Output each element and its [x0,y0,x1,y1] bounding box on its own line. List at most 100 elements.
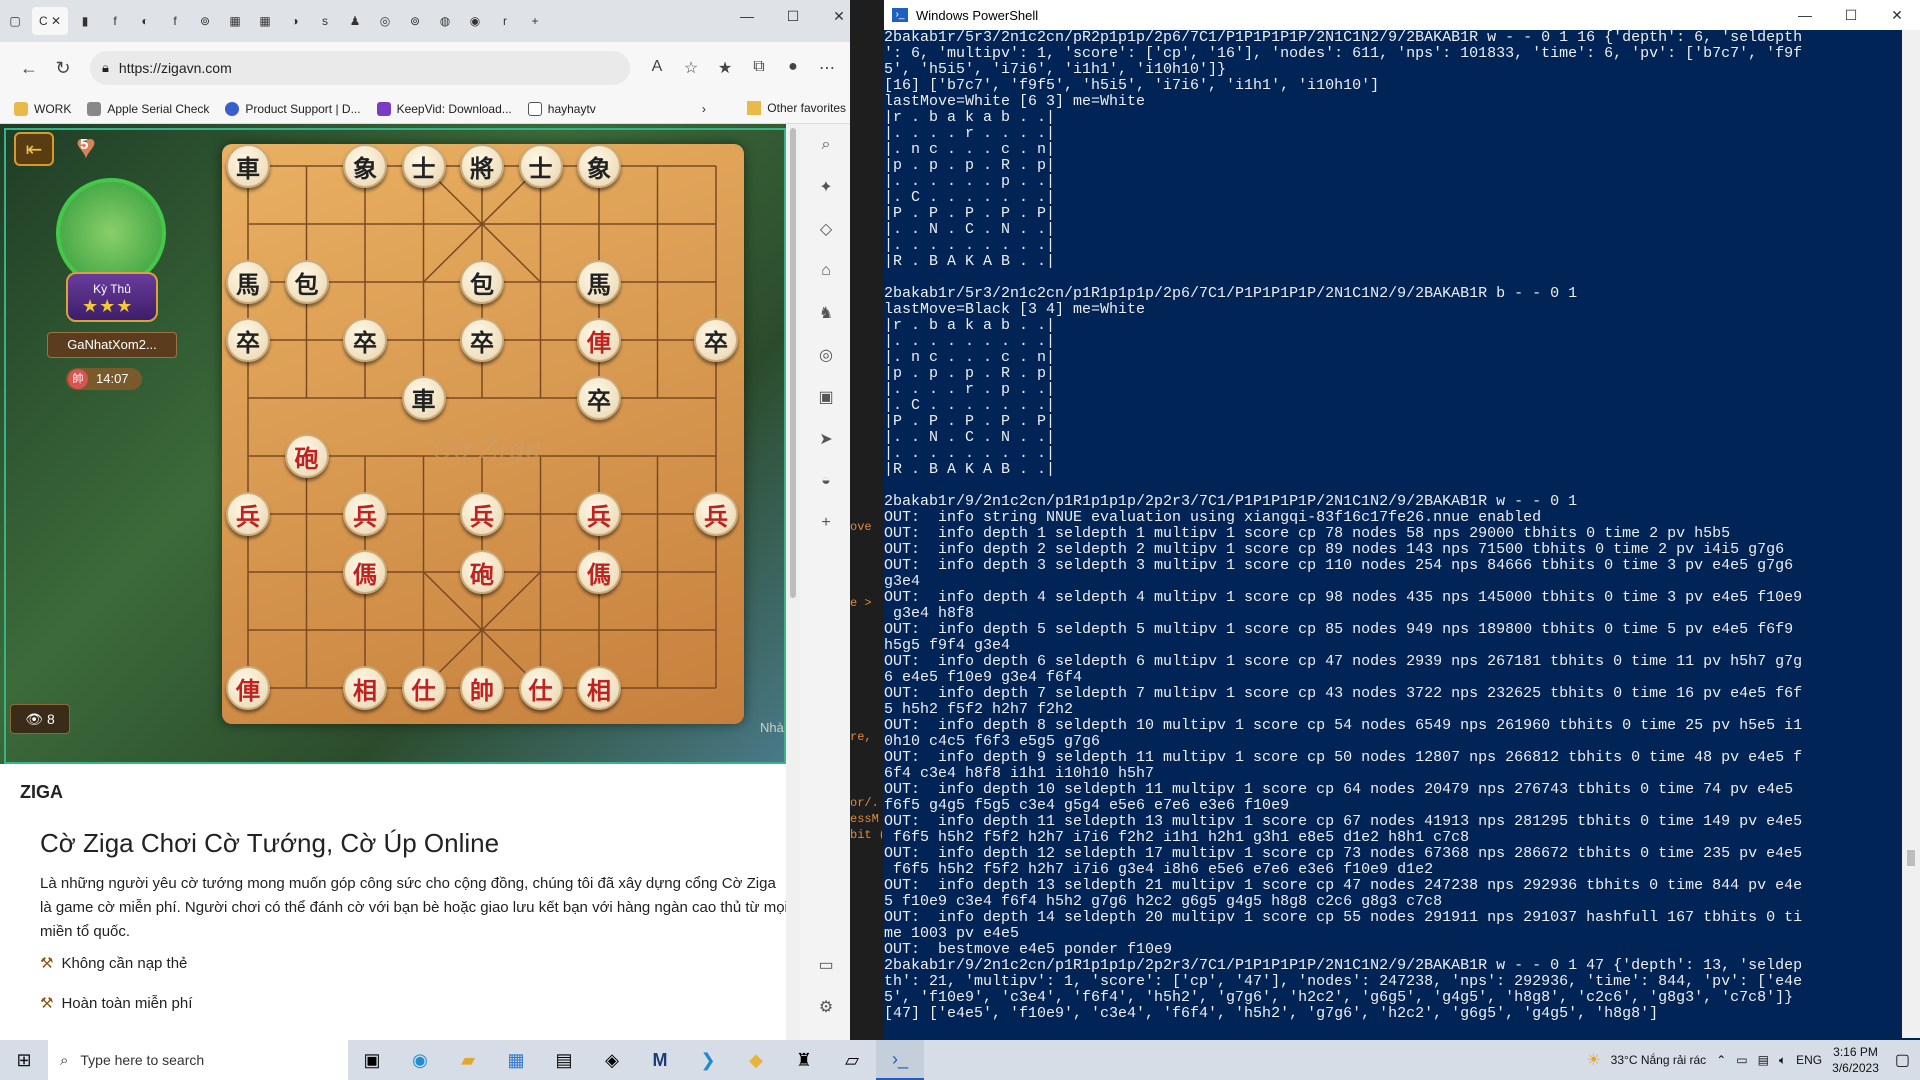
tab-active[interactable]: C ✕ [32,7,68,35]
red-piece[interactable]: 兵 [577,492,621,536]
black-piece[interactable]: 士 [401,144,446,188]
more-bookmarks-chevron-icon[interactable]: › [702,102,706,116]
red-piece[interactable]: 兵 [460,492,504,536]
tab[interactable]: f [102,7,128,35]
black-piece[interactable]: 包 [284,260,329,304]
red-piece[interactable]: 相 [577,666,621,710]
black-piece[interactable]: 卒 [226,318,270,362]
console-output[interactable]: 2bakab1r/5r3/2n1c2cn/pR2p1p1p/2p6/7C1/P1… [884,30,1902,1038]
search-icon[interactable]: ⌕ [806,124,846,166]
tab[interactable]: ◉ [462,7,488,35]
discover-icon[interactable]: ✦ [806,166,846,208]
more-menu-icon[interactable]: ⋯ [810,58,844,78]
profile-avatar-icon[interactable]: ● [776,58,810,78]
red-piece[interactable]: 傌 [343,550,387,594]
tab[interactable]: ⊚ [192,7,218,35]
red-piece[interactable]: 傌 [577,550,621,594]
network-icon[interactable]: ▤ [1758,1053,1769,1067]
edge-icon[interactable]: ◉ [396,1040,444,1080]
calculator-icon[interactable]: ▤ [540,1040,588,1080]
black-piece[interactable]: 車 [226,144,270,188]
red-piece[interactable]: 砲 [284,434,329,478]
favorites-icon[interactable]: ★ [708,58,742,78]
scrollbar-thumb[interactable] [1907,850,1915,866]
settings-gear-icon[interactable]: ⚙ [806,986,846,1028]
tab[interactable]: ◐ [132,7,158,35]
powershell-taskbar-icon[interactable]: ›_ [876,1040,924,1080]
tab[interactable]: ▦ [222,7,248,35]
language-indicator[interactable]: ENG [1796,1053,1822,1067]
weather-text[interactable]: 33°C Nắng rải rác [1611,1053,1707,1067]
outlook-icon[interactable]: ▣ [806,376,846,418]
close-button[interactable]: ✕ [1874,0,1920,30]
drop-icon[interactable]: ◒ [806,460,846,502]
black-piece[interactable]: 將 [460,144,504,188]
minimize-button[interactable]: — [724,0,770,32]
exit-room-icon[interactable]: ⇤ [14,132,54,166]
black-piece[interactable]: 馬 [577,260,621,304]
black-piece[interactable]: 卒 [577,376,621,420]
tab[interactable]: r [492,7,518,35]
chevron-up-icon[interactable]: ⌃ [1716,1053,1726,1067]
other-favorites[interactable]: Other favorites [747,101,846,115]
minimize-button[interactable]: — [1782,0,1828,30]
black-piece[interactable]: 車 [401,376,446,420]
tab[interactable]: ◍ [432,7,458,35]
m-app-icon[interactable]: M [636,1040,684,1080]
maximize-button[interactable]: ☐ [770,0,816,32]
notification-icon[interactable]: ▢ [1895,1050,1910,1070]
black-piece[interactable]: 包 [460,260,504,304]
black-piece[interactable]: 卒 [694,318,738,362]
red-piece[interactable]: 仕 [518,666,563,710]
console-scrollbar[interactable] [1902,30,1920,1038]
game-canvas[interactable]: ⇤ ♥ 5 Kỳ Thủ ★★★ GaNhatXom2... 14:07 帥 👁… [0,124,786,764]
taskbar-search-input[interactable]: ⌕ Type here to search [48,1040,348,1080]
games-icon[interactable]: ♞ [806,292,846,334]
notepad-icon[interactable]: ▱ [828,1040,876,1080]
sidebar-toggle-icon[interactable]: ▭ [806,944,846,986]
read-aloud-icon[interactable]: A [640,58,674,78]
back-arrow-icon[interactable]: ← [12,51,46,85]
xiangqi-board[interactable]: Cờ Ziga 車象士將士象馬包包馬卒卒卒俥卒車卒砲兵兵兵兵兵傌砲傌俥相仕帥仕相 [222,144,744,724]
task-view-icon[interactable]: ▣ [348,1040,396,1080]
black-piece[interactable]: 卒 [343,318,387,362]
tab[interactable]: s [312,7,338,35]
vscode-icon[interactable]: ❯ [684,1040,732,1080]
red-piece[interactable]: 俥 [577,318,621,362]
add-icon[interactable]: + [806,502,846,544]
volume-icon[interactable]: 🔈︎ [1779,1053,1786,1068]
tab[interactable]: ♟ [342,7,368,35]
app-icon[interactable]: ◈ [588,1040,636,1080]
black-piece[interactable]: 象 [343,144,387,188]
bookmark-keepvid[interactable]: KeepVid: Download... [376,101,512,116]
scrollbar-thumb[interactable] [790,128,796,598]
black-piece[interactable]: 象 [577,144,621,188]
microsoft365-icon[interactable]: ◎ [806,334,846,376]
windows-start-icon[interactable]: ⊞ [0,1040,48,1080]
tab[interactable]: ◎ [372,7,398,35]
red-piece[interactable]: 相 [343,666,387,710]
bookmark-apple[interactable]: Apple Serial Check [87,101,209,116]
tab[interactable]: ▦ [252,7,278,35]
red-piece[interactable]: 兵 [226,492,270,536]
bookmark-work[interactable]: WORK [14,101,71,116]
tools-icon[interactable]: ⌂ [806,250,846,292]
python-icon[interactable]: ◆ [732,1040,780,1080]
player-name[interactable]: GaNhatXom2... [47,332,177,358]
maximize-button[interactable]: ☐ [1828,0,1874,30]
bookmark-hayhaytv[interactable]: hayhaytv [527,101,596,116]
weather-icon[interactable]: ☀ [1586,1050,1600,1070]
red-piece[interactable]: 砲 [460,550,504,594]
red-piece[interactable]: 兵 [694,492,738,536]
red-piece[interactable]: 仕 [401,666,446,710]
clock[interactable]: 3:16 PM 3/6/2023 [1832,1044,1879,1076]
url-input[interactable]: 🔒︎ https://zigavn.com [90,51,630,85]
tab-actions-icon[interactable]: ▢ [2,7,28,35]
black-piece[interactable]: 士 [518,144,563,188]
new-tab-button[interactable]: + [522,7,548,35]
tab[interactable]: ◑ [282,7,308,35]
send-icon[interactable]: ➤ [806,418,846,460]
tab[interactable]: f [162,7,188,35]
store-icon[interactable]: ▦ [492,1040,540,1080]
black-piece[interactable]: 卒 [460,318,504,362]
